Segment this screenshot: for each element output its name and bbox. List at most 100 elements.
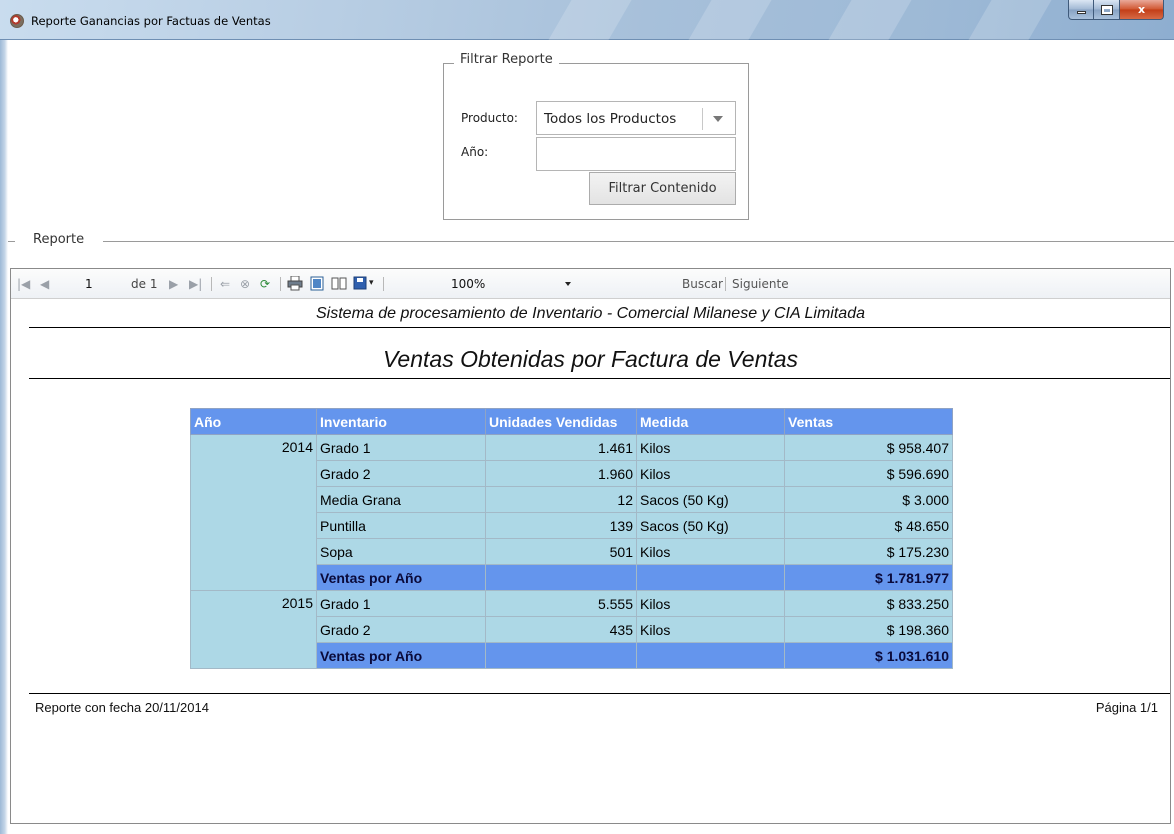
table-row: 2015 Grado 1 5.555 Kilos $ 833.250 <box>190 590 953 669</box>
report-date: Reporte con fecha 20/11/2014 <box>35 700 209 715</box>
current-page-value: 1 <box>85 277 93 291</box>
table-cell: 139 <box>485 512 637 539</box>
table-cell: Grado 2 <box>316 616 486 643</box>
close-button[interactable]: x <box>1120 0 1164 20</box>
reporte-groupbox-border <box>103 241 1174 242</box>
stop-icon[interactable]: ⊗ <box>240 277 250 291</box>
minimize-button[interactable] <box>1068 0 1094 20</box>
anio-input[interactable] <box>536 137 736 171</box>
export-dropdown-icon[interactable]: ▾ <box>369 276 374 290</box>
filtrar-contenido-button[interactable]: Filtrar Contenido <box>589 172 736 205</box>
subtotal-value: $ 1.781.977 <box>784 564 953 591</box>
divider <box>29 378 1170 379</box>
divider <box>29 693 1170 694</box>
minimize-icon <box>1076 11 1086 14</box>
titlebar-decoration <box>828 0 912 40</box>
toolbar-separator <box>211 277 212 291</box>
producto-select[interactable]: Todos los Productos <box>536 101 736 135</box>
refresh-icon[interactable]: ⟳ <box>260 277 270 291</box>
sales-table: Año Inventario Unidades Vendidas Medida … <box>190 408 953 669</box>
table-cell: Kilos <box>636 590 785 617</box>
producto-select-value: Todos los Productos <box>544 111 677 127</box>
back-icon[interactable]: ⇐ <box>220 277 230 291</box>
chevron-down-icon[interactable] <box>713 116 723 122</box>
subtotal-label: Ventas por Año <box>316 642 486 669</box>
subtotal-label: Ventas por Año <box>316 564 486 591</box>
app-icon[interactable] <box>10 14 24 28</box>
table-cell: Kilos <box>636 616 785 643</box>
page-setup-icon[interactable] <box>331 276 347 291</box>
subtotal-value: $ 1.031.610 <box>784 642 953 669</box>
window-title: Reporte Ganancias por Factuas de Ventas <box>31 14 271 28</box>
current-page-input[interactable]: 1 <box>81 276 125 292</box>
next-page-icon[interactable]: ▶ <box>169 277 178 291</box>
report-viewer: |◀ ◀ 1 de 1 ▶ ▶| ⇐ ⊗ ⟳ ▾ 100% Buscar Sig… <box>10 268 1171 824</box>
toolbar-separator <box>383 277 384 291</box>
table-cell <box>636 564 785 591</box>
table-cell: Grado 2 <box>316 460 486 487</box>
close-icon: x <box>1137 3 1146 16</box>
table-cell: $ 198.360 <box>784 616 953 643</box>
table-cell: 1.960 <box>485 460 637 487</box>
search-input[interactable] <box>591 275 681 293</box>
table-cell: Puntilla <box>316 512 486 539</box>
report-title: Ventas Obtenidas por Factura de Ventas <box>382 346 799 372</box>
report-toolbar: |◀ ◀ 1 de 1 ▶ ▶| ⇐ ⊗ ⟳ ▾ 100% Buscar Sig… <box>11 269 1170 299</box>
table-cell: 501 <box>485 538 637 565</box>
print-layout-icon[interactable] <box>309 276 325 291</box>
page-number: Página 1/1 <box>1095 700 1158 715</box>
export-icon[interactable] <box>353 276 369 291</box>
previous-page-icon[interactable]: ◀ <box>40 277 49 291</box>
titlebar-decoration <box>968 0 1052 40</box>
first-page-icon[interactable]: |◀ <box>17 277 30 291</box>
last-page-icon[interactable]: ▶| <box>189 277 202 291</box>
table-cell: Sopa <box>316 538 486 565</box>
maximize-button[interactable] <box>1094 0 1120 20</box>
report-window: Reporte Ganancias por Factuas de Ventas … <box>0 0 1174 834</box>
table-cell: Kilos <box>636 460 785 487</box>
siguiente-link[interactable]: Siguiente <box>732 277 789 291</box>
column-header: Ventas <box>784 408 953 435</box>
divider <box>29 327 1170 328</box>
table-cell: $ 48.650 <box>784 512 953 539</box>
buscar-link[interactable]: Buscar <box>682 277 723 291</box>
maximize-icon <box>1100 4 1113 15</box>
column-header: Inventario <box>316 408 486 435</box>
reporte-groupbox-legend: Reporte <box>33 232 85 247</box>
print-icon[interactable] <box>287 276 303 291</box>
toolbar-separator <box>280 277 281 291</box>
producto-label: Producto: <box>461 111 518 125</box>
table-cell: 435 <box>485 616 637 643</box>
title-bar[interactable]: Reporte Ganancias por Factuas de Ventas … <box>0 0 1174 40</box>
table-cell <box>485 642 637 669</box>
toolbar-separator <box>725 277 726 291</box>
column-header: Unidades Vendidas <box>485 408 637 435</box>
table-row: 2014 Grado 1 1.461 Kilos $ 958.407 <box>190 434 953 591</box>
window-controls: x <box>1068 0 1164 20</box>
table-cell: $ 3.000 <box>784 486 953 513</box>
table-cell: Sacos (50 Kg) <box>636 512 785 539</box>
reporte-groupbox-border <box>8 241 15 242</box>
zoom-select[interactable]: 100% <box>451 275 581 293</box>
table-cell: Kilos <box>636 538 785 565</box>
table-cell: $ 833.250 <box>784 590 953 617</box>
table-cell <box>636 642 785 669</box>
table-cell: 5.555 <box>485 590 637 617</box>
titlebar-decoration <box>548 0 632 40</box>
titlebar-decoration <box>688 0 772 40</box>
chevron-down-icon[interactable] <box>565 282 571 286</box>
table-cell: Grado 1 <box>316 590 486 617</box>
table-cell: Grado 1 <box>316 434 486 461</box>
table-cell: 1.461 <box>485 434 637 461</box>
zoom-value: 100% <box>451 277 486 291</box>
table-header-row: Año Inventario Unidades Vendidas Medida … <box>190 408 953 435</box>
table-cell: $ 175.230 <box>784 538 953 565</box>
select-separator <box>702 108 703 130</box>
table-cell <box>485 564 637 591</box>
column-header: Año <box>190 408 317 435</box>
year-cell: 2015 <box>190 590 317 669</box>
table-cell: Sacos (50 Kg) <box>636 486 785 513</box>
window-frame <box>0 40 8 834</box>
table-cell: Kilos <box>636 434 785 461</box>
report-subtitle: Sistema de procesamiento de Inventario -… <box>316 305 865 322</box>
